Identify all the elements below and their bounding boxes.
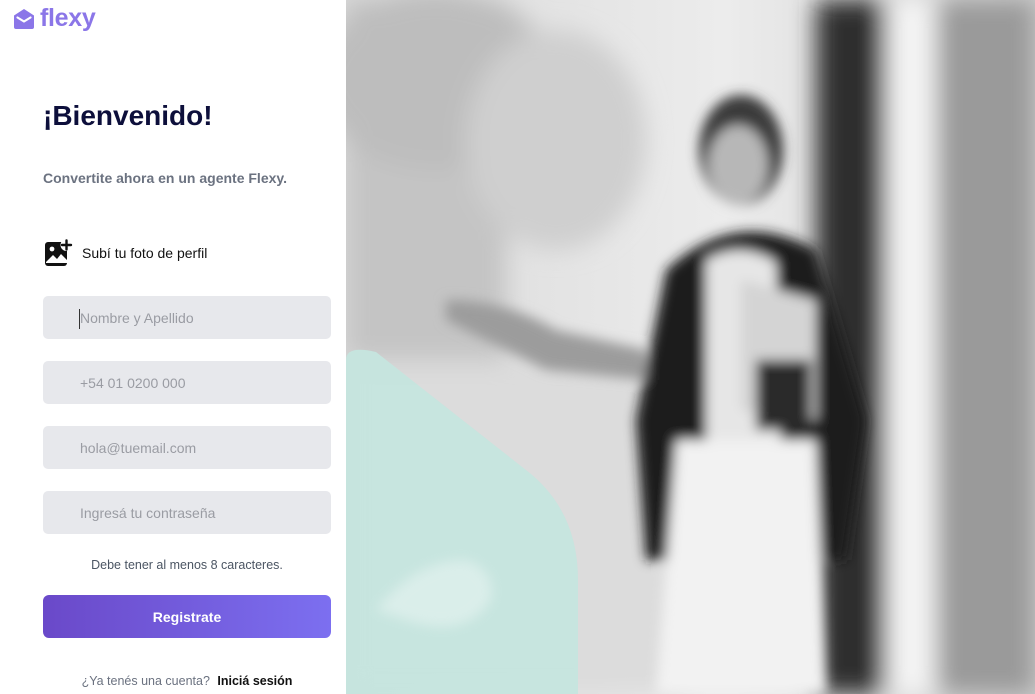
- image-add-icon: [45, 239, 73, 266]
- upload-photo-label: Subí tu foto de perfil: [82, 245, 208, 261]
- full-name-input[interactable]: [43, 296, 331, 339]
- register-button[interactable]: Registrate: [43, 595, 331, 638]
- page-title: ¡Bienvenido!: [43, 100, 213, 131]
- hero-photo: [346, 0, 1035, 694]
- house-envelope-icon: [14, 8, 34, 29]
- phone-input[interactable]: [43, 361, 331, 404]
- upload-photo-button[interactable]: Subí tu foto de perfil: [43, 238, 207, 268]
- login-link[interactable]: Iniciá sesión: [217, 674, 292, 688]
- login-question: ¿Ya tenés una cuenta?: [81, 674, 210, 688]
- hero-image-panel: [346, 0, 1035, 694]
- password-hint: Debe tener al menos 8 caracteres.: [91, 558, 283, 572]
- signup-page: flexy ¡Bienvenido! Convertite ahora en u…: [0, 0, 1035, 694]
- signup-panel: flexy ¡Bienvenido! Convertite ahora en u…: [0, 0, 346, 694]
- login-prompt: ¿Ya tenés una cuenta? Iniciá sesión: [43, 674, 331, 688]
- text-cursor: [79, 309, 80, 329]
- email-input[interactable]: [43, 426, 331, 469]
- password-input[interactable]: [43, 491, 331, 534]
- brand-name: flexy: [40, 4, 96, 32]
- brand-logo[interactable]: flexy: [12, 4, 96, 33]
- page-subtitle: Convertite ahora en un agente Flexy.: [43, 170, 288, 186]
